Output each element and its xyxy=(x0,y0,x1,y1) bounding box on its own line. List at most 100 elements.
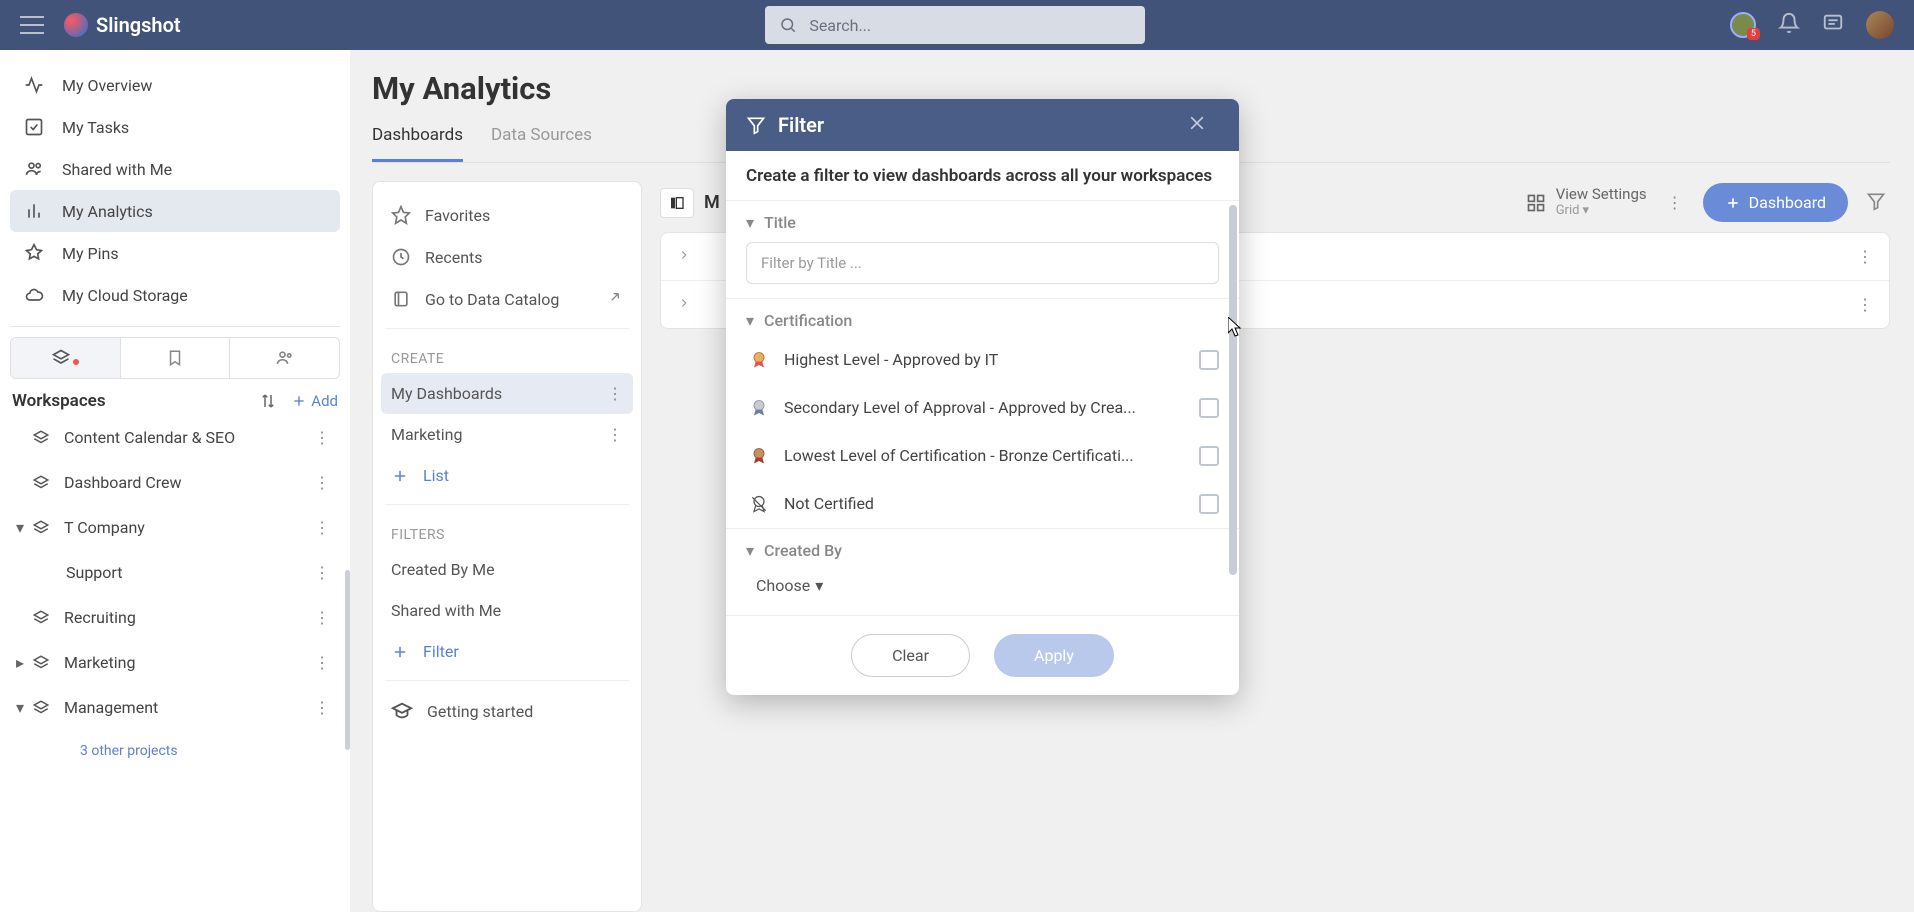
data-catalog-item[interactable]: Go to Data Catalog xyxy=(381,278,633,320)
more-icon[interactable]: ⋮ xyxy=(310,651,334,674)
triangle-down-icon: ▾ xyxy=(746,311,754,330)
more-icon[interactable]: ⋮ xyxy=(310,471,334,494)
title-filter-input[interactable] xyxy=(746,242,1219,284)
chevron-right-icon[interactable] xyxy=(677,247,691,266)
new-dashboard-button[interactable]: Dashboard xyxy=(1703,183,1848,222)
more-icon[interactable]: ⋮ xyxy=(607,384,623,403)
certification-option[interactable]: Secondary Level of Approval - Approved b… xyxy=(726,384,1239,432)
shared-with-me-item[interactable]: Shared with Me xyxy=(381,590,633,631)
my-dashboards-item[interactable]: My Dashboards ⋮ xyxy=(381,373,633,414)
checkbox[interactable] xyxy=(1199,350,1219,370)
sort-icon[interactable] xyxy=(259,392,277,410)
view-mode-label: Grid xyxy=(1556,204,1580,219)
apply-button[interactable]: Apply xyxy=(994,634,1114,677)
favorites-item[interactable]: Favorites xyxy=(381,194,633,236)
filter-modal: Filter Create a filter to view dashboard… xyxy=(726,99,1239,695)
sidebar-item-overview[interactable]: My Overview xyxy=(10,64,340,106)
clear-button[interactable]: Clear xyxy=(851,634,970,677)
app-name: Slingshot xyxy=(96,13,181,37)
layers-icon xyxy=(51,348,71,368)
chevron-down-icon[interactable]: ▾ xyxy=(16,518,30,537)
layers-icon xyxy=(32,519,50,537)
close-button[interactable] xyxy=(1187,113,1219,137)
more-icon[interactable]: ⋮ xyxy=(310,426,334,449)
checkbox[interactable] xyxy=(1199,494,1219,514)
shared-with-me-label: Shared with Me xyxy=(391,601,501,620)
sidebar-item-tasks[interactable]: My Tasks xyxy=(10,106,340,148)
scrollbar[interactable] xyxy=(345,570,350,750)
bell-icon[interactable] xyxy=(1778,12,1800,38)
workspace-item[interactable]: Content Calendar & SEO ⋮ xyxy=(10,415,340,460)
more-icon[interactable]: ⋮ xyxy=(310,606,334,629)
view-settings[interactable]: View Settings Grid▾ xyxy=(1526,186,1647,218)
getting-started-label: Getting started xyxy=(427,702,533,721)
sidebar-item-cloud[interactable]: My Cloud Storage xyxy=(10,274,340,316)
other-projects-link[interactable]: 3 other projects xyxy=(10,730,340,773)
toolbar-bookmark-button[interactable] xyxy=(121,338,231,378)
toolbar-layers-button[interactable] xyxy=(11,338,121,378)
add-workspace-button[interactable]: Add xyxy=(291,392,338,410)
filter-button[interactable] xyxy=(1862,191,1890,215)
chevron-down-icon[interactable]: ▾ xyxy=(16,698,30,717)
certification-section-header[interactable]: ▾ Certification xyxy=(726,299,1239,336)
more-icon[interactable]: ⋮ xyxy=(310,516,334,539)
app-logo[interactable]: Slingshot xyxy=(64,13,181,37)
more-icon[interactable]: ⋮ xyxy=(1857,295,1873,314)
workspace-item[interactable]: ▸ Marketing ⋮ xyxy=(10,640,340,685)
layers-icon xyxy=(32,474,50,492)
created-by-me-item[interactable]: Created By Me xyxy=(381,549,633,590)
filter-icon xyxy=(1866,191,1886,211)
add-filter-item[interactable]: Filter xyxy=(381,631,633,672)
layers-icon xyxy=(32,429,50,447)
list-label: List xyxy=(423,466,449,485)
chat-icon[interactable] xyxy=(1822,12,1844,38)
more-icon[interactable]: ⋮ xyxy=(1661,191,1689,214)
workspace-name: Recruiting xyxy=(64,608,310,627)
workspace-item[interactable]: Dashboard Crew ⋮ xyxy=(10,460,340,505)
search-icon xyxy=(779,16,797,34)
more-icon[interactable]: ⋮ xyxy=(1857,247,1873,266)
checkbox[interactable] xyxy=(1199,446,1219,466)
search-input[interactable]: Search... xyxy=(765,6,1145,44)
created-by-section-header[interactable]: ▾ Created By xyxy=(726,529,1239,566)
choose-dropdown[interactable]: Choose ▾ xyxy=(756,576,1219,595)
getting-started-item[interactable]: Getting started xyxy=(381,689,633,733)
user-avatar-notif[interactable]: 5 xyxy=(1730,12,1756,38)
workspace-item[interactable]: Recruiting ⋮ xyxy=(10,595,340,640)
indicator-dot-icon xyxy=(73,359,79,365)
workspace-name: Support xyxy=(66,563,310,582)
workspace-subitem[interactable]: Support ⋮ xyxy=(10,550,340,595)
recents-item[interactable]: Recents xyxy=(381,236,633,278)
marketing-item[interactable]: Marketing ⋮ xyxy=(381,414,633,455)
filter-icon xyxy=(746,115,766,135)
workspace-name: Dashboard Crew xyxy=(64,473,310,492)
more-icon[interactable]: ⋮ xyxy=(310,561,334,584)
certification-option[interactable]: Lowest Level of Certification - Bronze C… xyxy=(726,432,1239,480)
sidebar-item-label: My Overview xyxy=(62,76,152,95)
title-section-header[interactable]: ▾ Title xyxy=(726,201,1239,238)
triangle-down-icon: ▾ xyxy=(746,213,754,232)
chevron-right-icon[interactable]: ▸ xyxy=(16,653,30,672)
toolbar-people-button[interactable] xyxy=(230,338,339,378)
workspace-item[interactable]: ▾ T Company ⋮ xyxy=(10,505,340,550)
add-list-item[interactable]: List xyxy=(381,455,633,496)
tab-data-sources[interactable]: Data Sources xyxy=(491,117,592,162)
sidebar-item-shared[interactable]: Shared with Me xyxy=(10,148,340,190)
hamburger-menu-icon[interactable] xyxy=(20,16,44,34)
more-icon[interactable]: ⋮ xyxy=(310,696,334,719)
user-profile-avatar[interactable] xyxy=(1866,11,1894,39)
chevron-right-icon[interactable] xyxy=(677,295,691,314)
workspace-item[interactable]: ▾ Management ⋮ xyxy=(10,685,340,730)
created-by-section-label: Created By xyxy=(764,541,842,560)
collapse-panel-button[interactable] xyxy=(660,188,694,218)
more-icon[interactable]: ⋮ xyxy=(607,425,623,444)
certification-option[interactable]: Highest Level - Approved by IT xyxy=(726,336,1239,384)
sidebar-item-analytics[interactable]: My Analytics xyxy=(10,190,340,232)
tab-dashboards[interactable]: Dashboards xyxy=(372,117,463,162)
scrollbar[interactable] xyxy=(1229,205,1237,575)
checkbox[interactable] xyxy=(1199,398,1219,418)
sidebar-item-pins[interactable]: My Pins xyxy=(10,232,340,274)
title-section-label: Title xyxy=(764,213,796,232)
certification-option[interactable]: Not Certified xyxy=(726,480,1239,528)
database-icon xyxy=(391,289,411,309)
